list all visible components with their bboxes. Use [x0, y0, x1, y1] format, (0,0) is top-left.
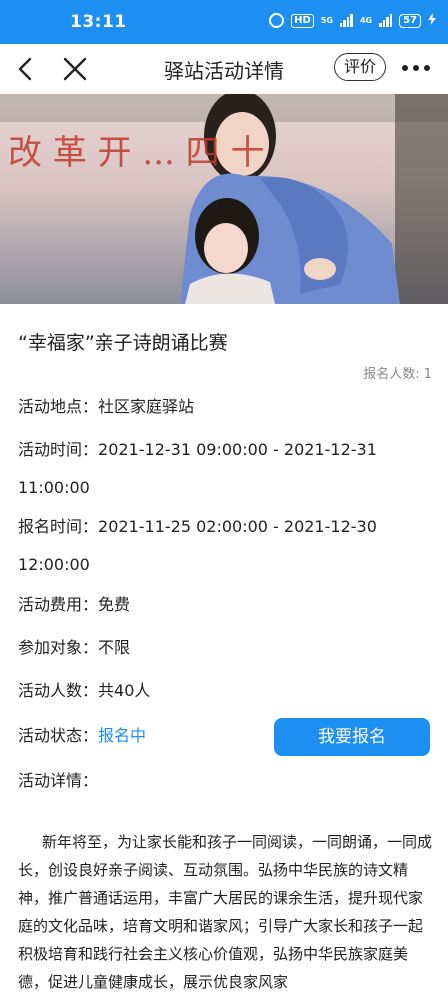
- signal-4g-icon: [379, 14, 393, 27]
- signup-time-value-line1: 2021-11-25 02:00:00 - 2021-12-30: [98, 517, 377, 536]
- 5g-label: 5G: [320, 16, 333, 25]
- nav-bar: 驿站活动详情 评价: [0, 44, 448, 94]
- activity-description: 新年将至，为让家长能和孩子一同阅读，一同朗诵，一同成长，创设良好亲子阅读、互动氛…: [18, 833, 433, 991]
- signup-time-label: 报名时间：: [18, 517, 99, 536]
- status-icons: HD 5G 4G 57: [269, 13, 436, 28]
- status-value: 报名中: [98, 726, 147, 745]
- signup-time-value-line2: 12:00:00: [18, 555, 90, 574]
- more-icon[interactable]: [402, 65, 430, 71]
- audience-row: 参加对象：不限: [18, 633, 438, 663]
- fee-row: 活动费用：免费: [18, 590, 438, 620]
- details-row: 活动详情：: [18, 766, 438, 796]
- time-label: 活动时间：: [18, 440, 99, 459]
- time-value-line2: 11:00:00: [18, 478, 90, 497]
- status-bar: 13:11 HD 5G 4G 57: [0, 0, 448, 44]
- signup-time-row: 报名时间：2021-11-25 02:00:00 - 2021-12-30 12…: [18, 512, 438, 580]
- alarm-icon: [269, 13, 285, 28]
- rate-button[interactable]: 评价: [334, 53, 386, 81]
- status-row: 活动状态：报名中: [18, 721, 268, 751]
- location-value: 社区家庭驿站: [98, 397, 195, 416]
- capacity-label: 活动人数：: [18, 681, 99, 700]
- signup-count: 报名人数: 1: [363, 367, 432, 382]
- time-row: 活动时间：2021-12-31 09:00:00 - 2021-12-31 11…: [18, 435, 438, 503]
- capacity-value: 共40人: [98, 681, 151, 700]
- status-time: 13:11: [70, 12, 127, 32]
- activity-title: “幸福家”亲子诗朗诵比赛: [18, 332, 228, 354]
- signup-button[interactable]: 我要报名: [274, 718, 430, 756]
- 4g-label: 4G: [359, 16, 373, 25]
- status-label: 活动状态：: [18, 726, 99, 745]
- capacity-row: 活动人数：共40人: [18, 676, 438, 706]
- hd-icon: HD: [291, 13, 314, 28]
- banner-backdrop-text: 改 革 开 ... 四 十: [8, 133, 264, 173]
- signal-5g-icon: [339, 14, 353, 27]
- details-label: 活动详情：: [18, 771, 99, 790]
- battery-icon: 57: [399, 13, 421, 28]
- audience-label: 参加对象：: [18, 638, 99, 657]
- location-row: 活动地点：社区家庭驿站: [18, 392, 438, 422]
- audience-value: 不限: [98, 638, 131, 657]
- activity-banner-image: 改 革 开 ... 四 十: [0, 94, 448, 304]
- time-value-line1: 2021-12-31 09:00:00 - 2021-12-31: [98, 440, 377, 459]
- fee-label: 活动费用：: [18, 595, 99, 614]
- location-label: 活动地点：: [18, 397, 99, 416]
- charging-icon: [428, 13, 436, 28]
- fee-value: 免费: [98, 595, 131, 614]
